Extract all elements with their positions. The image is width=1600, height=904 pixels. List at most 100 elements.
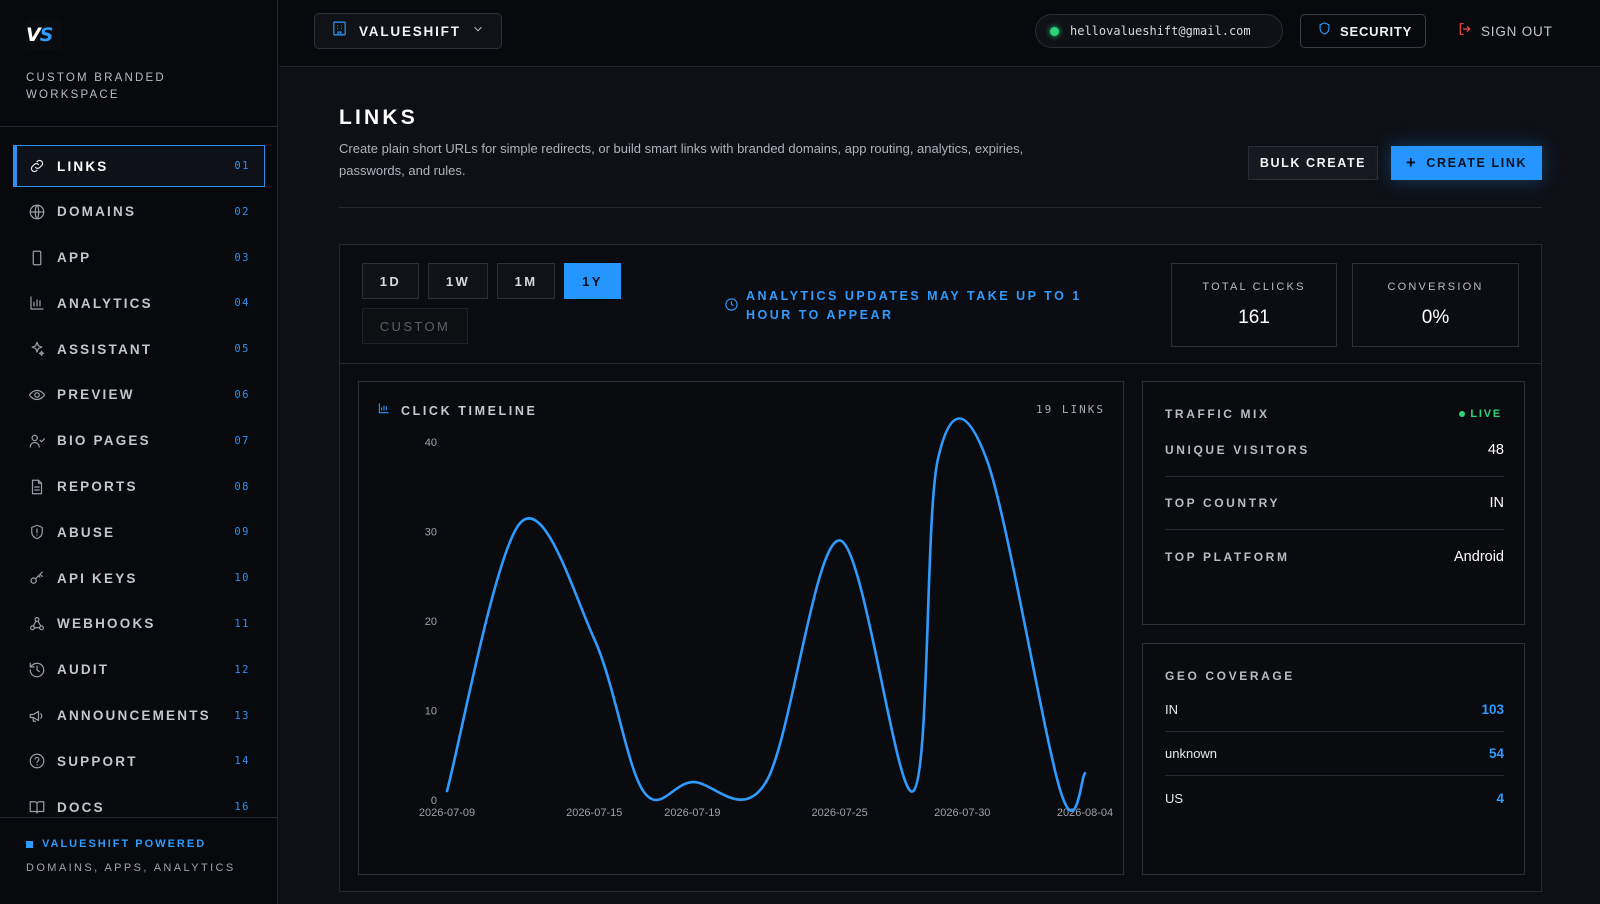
- header-divider: [339, 207, 1542, 208]
- sidebar-item-audit[interactable]: AUDIT 12: [13, 649, 265, 691]
- sidebar-item-analytics[interactable]: ANALYTICS 04: [13, 282, 265, 324]
- key-icon: [28, 569, 46, 587]
- range-1d-button[interactable]: 1D: [362, 263, 419, 299]
- shield-icon: [1317, 21, 1332, 41]
- sidebar-item-label: REPORTS: [57, 479, 138, 495]
- click-timeline-card: 0 10 20 30 40 2026-07-09 2026-07-15 2026-07-19 2…: [358, 381, 1124, 875]
- sidebar-item-number: 04: [234, 297, 250, 310]
- total-clicks-value: 161: [1238, 307, 1270, 328]
- geo-row-in: IN 103: [1165, 688, 1504, 732]
- range-1y-button[interactable]: 1Y: [564, 263, 621, 299]
- sidebar: VS CUSTOM BRANDED WORKSPACE LINKS 01 DOMAI…: [0, 0, 278, 904]
- conversion-label: CONVERSION: [1387, 281, 1484, 293]
- sidebar-item-links[interactable]: LINKS 01: [13, 145, 265, 187]
- sidebar-item-number: 09: [234, 526, 250, 539]
- sidebar-item-announcements[interactable]: ANNOUNCEMENTS 13: [13, 695, 265, 737]
- sidebar-item-number: 13: [234, 709, 250, 722]
- user-check-icon: [28, 432, 46, 450]
- y-tick-label: 10: [425, 706, 437, 718]
- sidebar-footer-subtitle: DOMAINS, APPS, ANALYTICS: [26, 862, 236, 874]
- create-link-button[interactable]: + CREATE LINK: [1391, 146, 1542, 180]
- sidebar-item-label: DOCS: [57, 799, 105, 815]
- sidebar-item-number: 01: [234, 160, 250, 172]
- sidebar-item-abuse[interactable]: ABUSE 09: [13, 511, 265, 553]
- sidebar-item-assistant[interactable]: ASSISTANT 05: [13, 328, 265, 370]
- geo-row-label: unknown: [1165, 746, 1218, 761]
- sidebar-item-label: ASSISTANT: [57, 341, 153, 357]
- sidebar-item-number: 03: [234, 251, 250, 264]
- sidebar-item-label: DOMAINS: [57, 204, 137, 220]
- traffic-row-top-country: TOP COUNTRY IN: [1165, 477, 1504, 530]
- sidebar-item-bio-pages[interactable]: BIO PAGES 07: [13, 420, 265, 462]
- traffic-row-value: 48: [1487, 442, 1504, 458]
- geo-row-label: US: [1165, 790, 1184, 806]
- history-icon: [28, 661, 46, 679]
- traffic-mix-title: TRAFFIC MIX: [1165, 407, 1270, 421]
- bulk-create-button[interactable]: BULK CREATE: [1248, 146, 1378, 180]
- y-tick-label: 30: [425, 527, 437, 539]
- workspace-selector[interactable]: VALUESHIFT: [314, 13, 502, 49]
- range-1w-button[interactable]: 1W: [428, 263, 488, 299]
- geo-row-value: 54: [1488, 746, 1504, 761]
- sidebar-item-preview[interactable]: PREVIEW 06: [13, 374, 265, 416]
- link-icon: [28, 157, 46, 175]
- sidebar-item-label: BIO PAGES: [57, 433, 151, 449]
- sidebar-item-domains[interactable]: DOMAINS 02: [13, 191, 265, 233]
- y-tick-label: 20: [425, 616, 437, 628]
- sidebar-item-reports[interactable]: REPORTS 08: [13, 466, 265, 508]
- sidebar-item-number: 10: [234, 572, 250, 585]
- eye-icon: [28, 386, 46, 404]
- sidebar-item-label: ABUSE: [57, 524, 116, 540]
- links-count: 19 LINKS: [1036, 403, 1105, 416]
- live-indicator: LIVE: [1459, 408, 1502, 420]
- security-button[interactable]: SECURITY: [1300, 14, 1426, 48]
- help-circle-icon: [28, 752, 46, 770]
- sidebar-item-app[interactable]: APP 03: [13, 237, 265, 279]
- y-tick-label: 40: [425, 437, 437, 449]
- security-label: SECURITY: [1340, 23, 1413, 39]
- sidebar-item-label: SUPPORT: [57, 753, 138, 769]
- range-custom-button[interactable]: CUSTOM: [362, 308, 468, 344]
- x-tick-label: 2026-07-25: [811, 807, 867, 819]
- sidebar-item-api-keys[interactable]: API KEYS 10: [13, 557, 265, 599]
- sidebar-item-label: APP: [57, 250, 92, 266]
- account-email: hellovalueshift@gmail.com: [1070, 24, 1251, 38]
- create-link-label: CREATE LINK: [1426, 156, 1528, 170]
- sidebar-item-number: 16: [234, 801, 250, 814]
- sidebar-footer-title: VALUESHIFT POWERED: [26, 838, 206, 850]
- account-email-pill[interactable]: hellovalueshift@gmail.com: [1035, 14, 1283, 48]
- conversion-card: CONVERSION 0%: [1352, 263, 1519, 347]
- sign-out-button[interactable]: SIGN OUT: [1457, 14, 1553, 48]
- clicks-series-line: [445, 417, 1087, 812]
- phone-icon: [28, 249, 46, 267]
- topbar: VALUESHIFT hellovalueshift@gmail.com SEC…: [279, 0, 1600, 67]
- footer-title-text: VALUESHIFT POWERED: [42, 838, 207, 850]
- sidebar-item-number: 12: [234, 663, 250, 676]
- sidebar-item-docs[interactable]: DOCS 16: [13, 786, 265, 828]
- sidebar-item-webhooks[interactable]: WEBHOOKS 11: [13, 603, 265, 645]
- sidebar-item-number: 11: [234, 617, 250, 630]
- total-clicks-label: TOTAL CLICKS: [1202, 281, 1306, 293]
- book-icon: [28, 798, 46, 816]
- building-icon: [331, 20, 348, 42]
- sidebar-item-support[interactable]: SUPPORT 14: [13, 740, 265, 782]
- sidebar-item-label: ANALYTICS: [57, 295, 153, 311]
- globe-icon: [28, 203, 46, 221]
- range-1m-button[interactable]: 1M: [497, 263, 555, 299]
- app-root: VS CUSTOM BRANDED WORKSPACE LINKS 01 DOMAI…: [0, 0, 1600, 904]
- analytics-notice: ANALYTICS UPDATES MAY TAKE UP TO 1 HOUR …: [724, 287, 1134, 325]
- logo-mark: VS: [26, 20, 62, 50]
- traffic-mix-card: TRAFFIC MIX LIVE UNIQUE VISITORS 48 TOP C…: [1142, 381, 1525, 625]
- shield-alert-icon: [28, 523, 46, 541]
- traffic-row-value: Android: [1454, 548, 1504, 565]
- traffic-row-label: TOP PLATFORM: [1165, 549, 1290, 564]
- x-tick-label: 2026-08-04: [1057, 807, 1113, 819]
- y-tick-label: 0: [431, 795, 437, 807]
- geo-row-label: IN: [1165, 702, 1178, 717]
- analytics-panel: 1D 1W 1M 1Y CUSTOM ANALYTICS UPDATES MAY…: [339, 244, 1542, 892]
- brand-logo[interactable]: VS: [26, 20, 62, 50]
- x-tick-label: 2026-07-09: [419, 807, 475, 819]
- x-tick-label: 2026-07-15: [566, 807, 622, 819]
- sidebar-item-number: 06: [234, 388, 250, 401]
- sidebar-item-label: ANNOUNCEMENTS: [57, 708, 211, 724]
